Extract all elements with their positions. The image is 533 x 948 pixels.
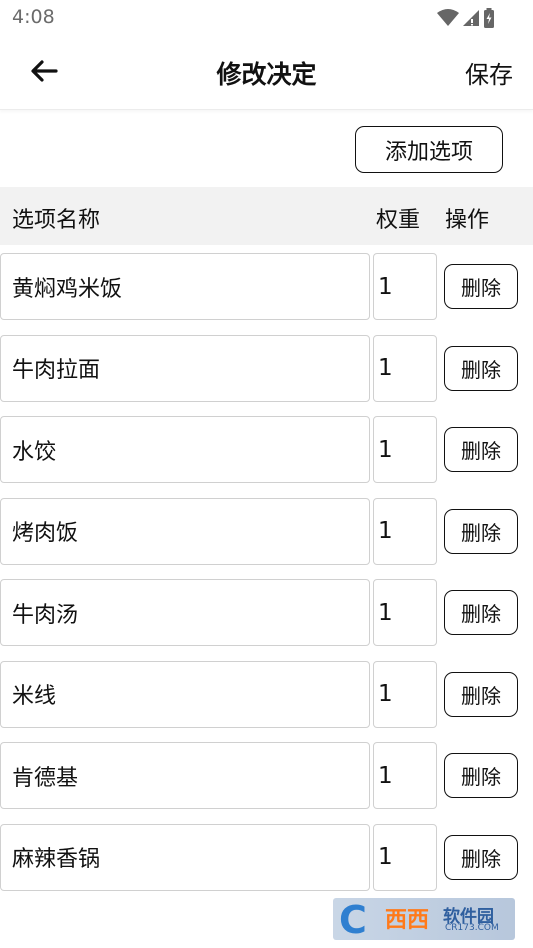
header-weight: 权重 (376, 208, 421, 233)
delete-button[interactable]: 删除 (444, 834, 518, 880)
save-button[interactable]: 保存 (465, 55, 513, 90)
watermark-sub: CR173.COM (445, 923, 499, 933)
option-weight-field[interactable]: 1 (373, 742, 437, 809)
option-weight-field[interactable]: 1 (373, 579, 437, 646)
option-name-field[interactable]: 米线 (0, 660, 370, 728)
table-header: 选项名称 权重 操作 (0, 187, 533, 245)
status-bar: 4:08 (0, 0, 533, 36)
table-row: 水饺 1 删除 (0, 416, 533, 484)
table-row: 肯德基 1 删除 (0, 742, 533, 810)
delete-button[interactable]: 删除 (444, 345, 518, 391)
signal-icon (462, 9, 480, 31)
table-row: 麻辣香锅 1 删除 (0, 823, 533, 892)
delete-button[interactable]: 删除 (444, 671, 518, 717)
option-name-field[interactable]: 牛肉拉面 (0, 334, 370, 402)
status-time: 4:08 (12, 6, 55, 28)
watermark-logo: C 西西 软件园 CR173.COM (333, 898, 515, 940)
delete-button[interactable]: 删除 (444, 264, 518, 309)
wifi-icon (437, 9, 459, 31)
app-bar: 修改决定 保存 (0, 36, 533, 110)
delete-button[interactable]: 删除 (444, 427, 518, 472)
status-icons (437, 8, 495, 32)
table-row: 牛肉拉面 1 删除 (0, 334, 533, 403)
option-name-field[interactable]: 烤肉饭 (0, 497, 370, 565)
option-name-field[interactable]: 麻辣香锅 (0, 823, 370, 891)
watermark-mark: C (339, 898, 367, 940)
header-action: 操作 (445, 208, 490, 233)
option-name-field[interactable]: 肯德基 (0, 742, 370, 809)
delete-button[interactable]: 删除 (444, 508, 518, 554)
delete-button[interactable]: 删除 (444, 590, 518, 635)
option-name-field[interactable]: 牛肉汤 (0, 579, 370, 646)
option-weight-field[interactable]: 1 (373, 253, 437, 320)
battery-icon (483, 8, 495, 32)
table-row: 米线 1 删除 (0, 660, 533, 729)
option-weight-field[interactable]: 1 (373, 416, 437, 483)
table-row: 牛肉汤 1 删除 (0, 579, 533, 647)
option-weight-field[interactable]: 1 (373, 660, 437, 728)
table-row: 烤肉饭 1 删除 (0, 497, 533, 566)
option-weight-field[interactable]: 1 (373, 497, 437, 565)
add-option-button[interactable]: 添加选项 (355, 126, 503, 173)
page-title: 修改决定 (216, 60, 317, 89)
delete-button[interactable]: 删除 (444, 753, 518, 798)
option-name-field[interactable]: 水饺 (0, 416, 370, 483)
option-weight-field[interactable]: 1 (373, 334, 437, 402)
option-weight-field[interactable]: 1 (373, 823, 437, 891)
watermark-main: 西西 (385, 908, 430, 933)
option-name-field[interactable]: 黄焖鸡米饭 (0, 253, 370, 320)
table-row: 黄焖鸡米饭 1 删除 (0, 253, 533, 321)
header-option-name: 选项名称 (12, 208, 101, 233)
